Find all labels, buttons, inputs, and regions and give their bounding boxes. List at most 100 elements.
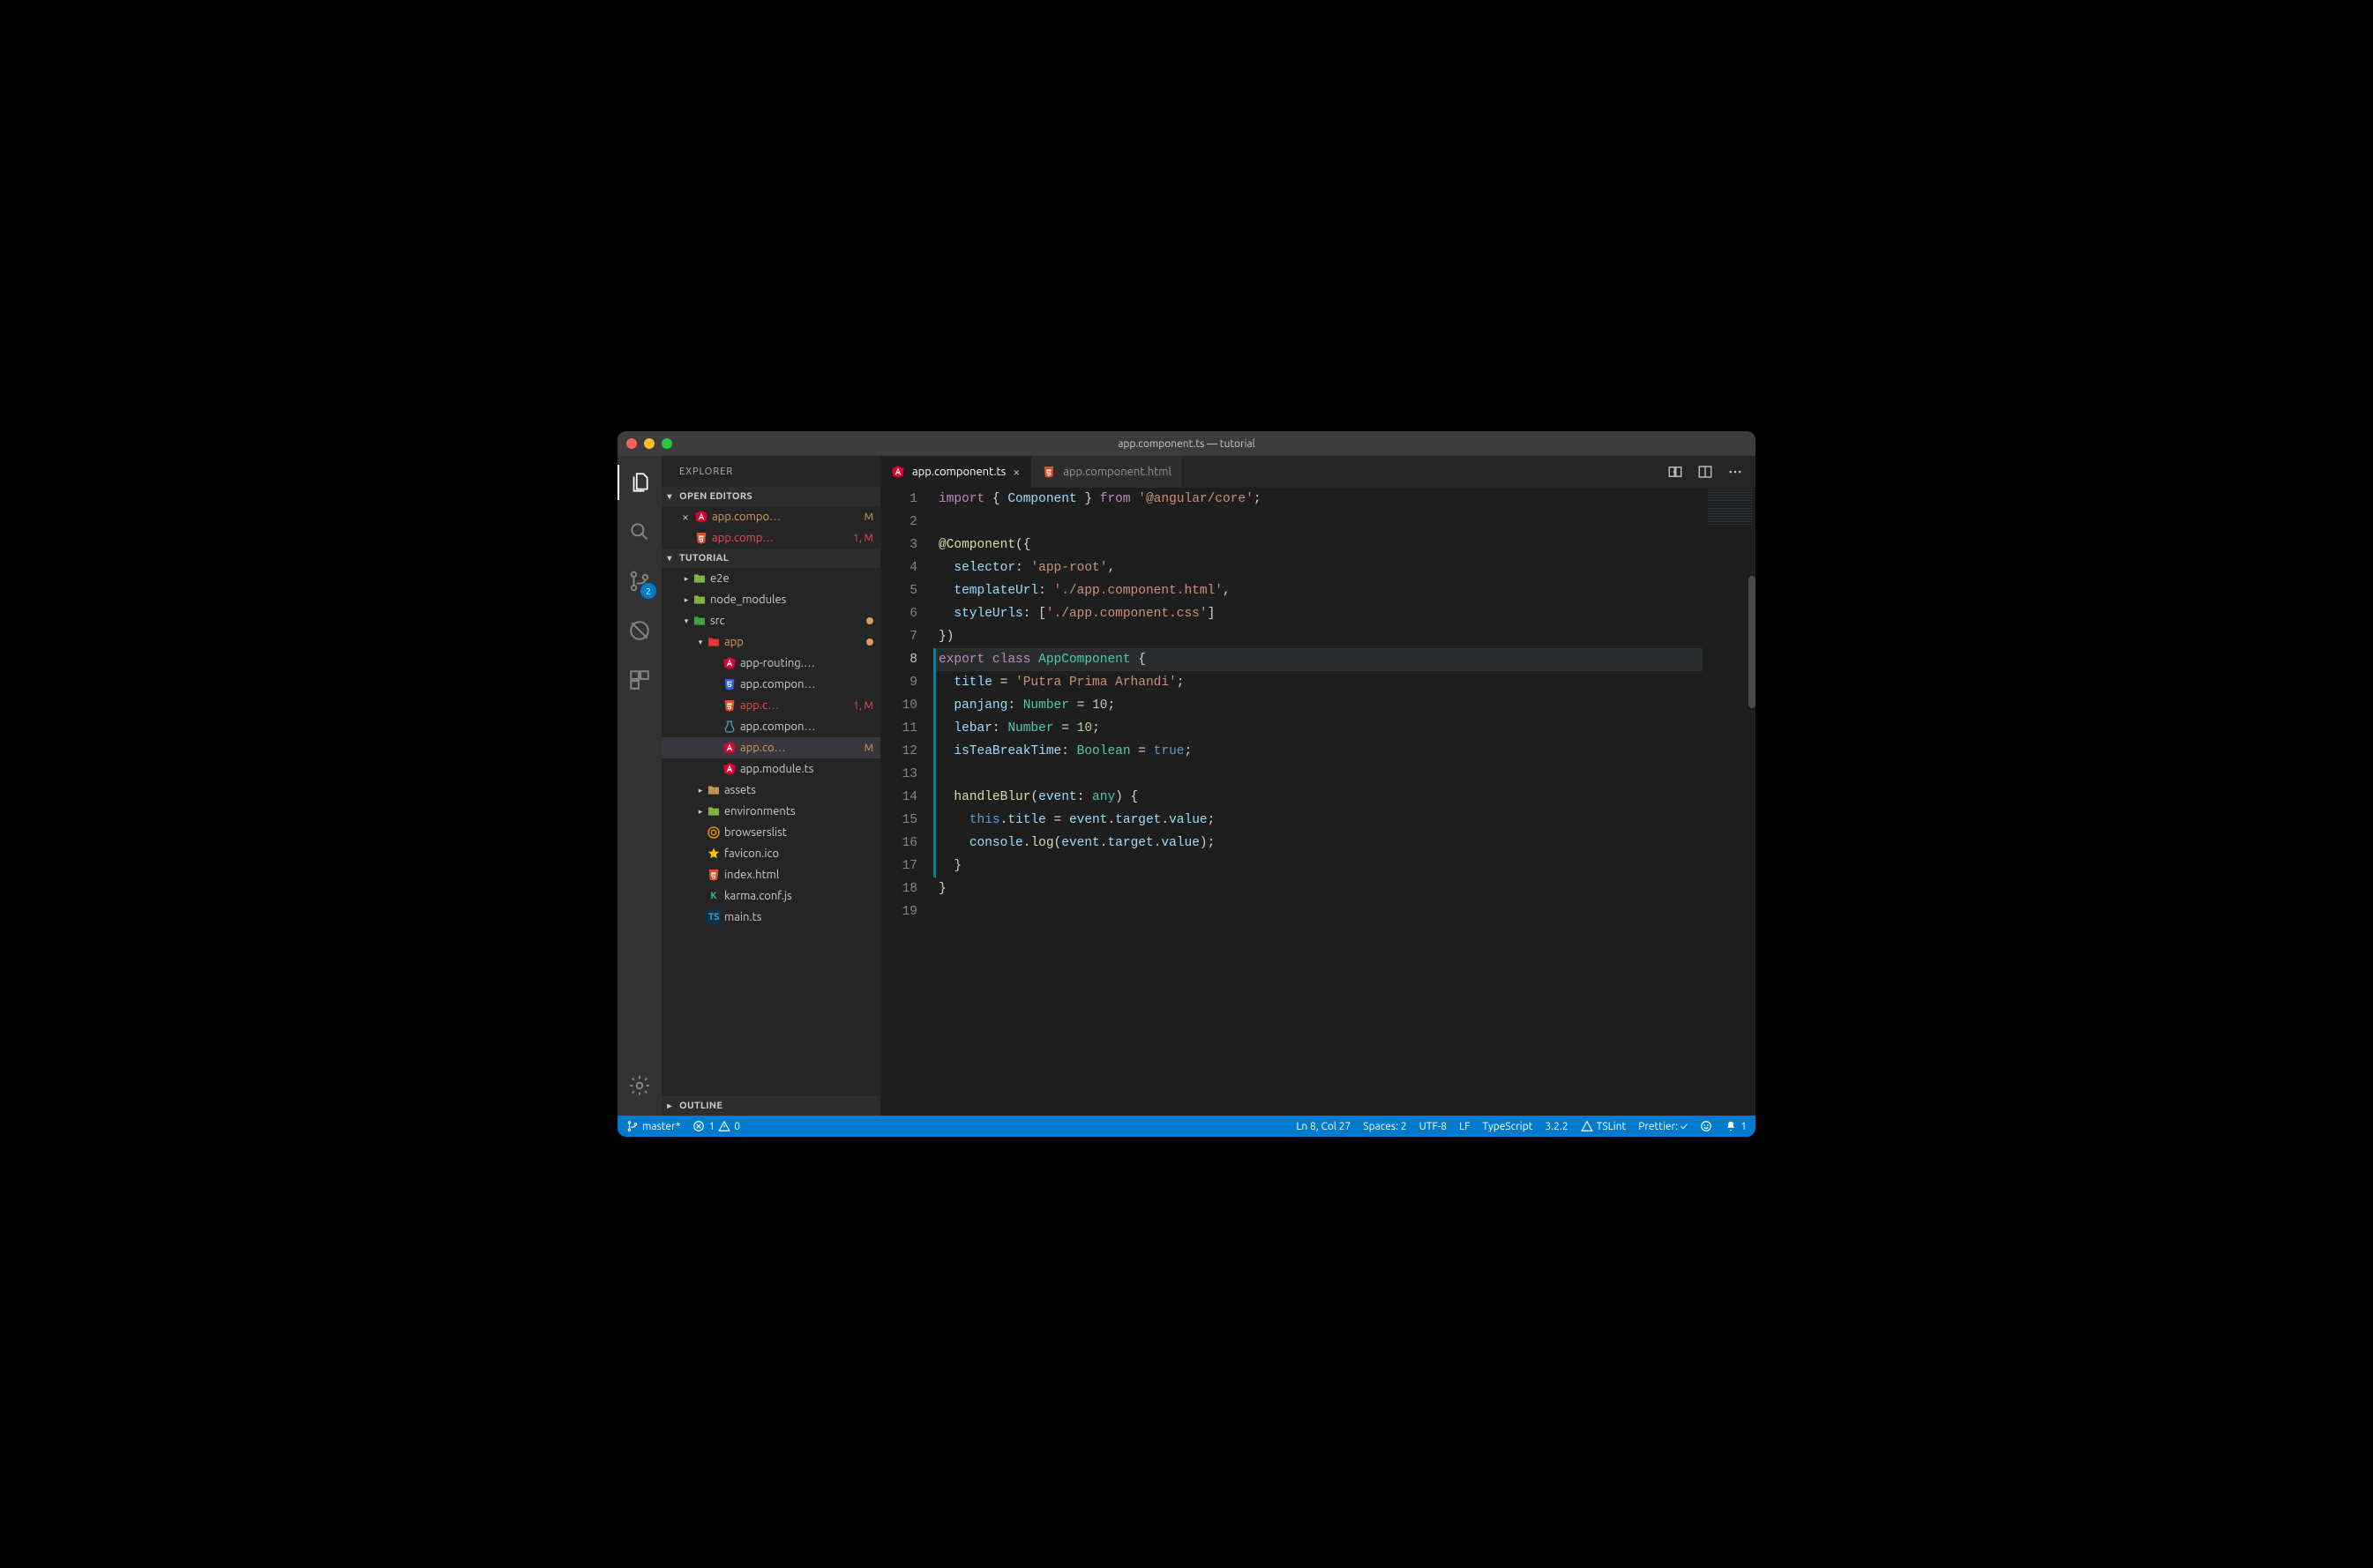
minimize-window-button[interactable] (644, 438, 655, 449)
activity-search[interactable] (618, 511, 662, 553)
code-line[interactable]: @Component({ (933, 534, 1703, 556)
code-line[interactable]: } (933, 855, 1703, 877)
file-label: main.ts (724, 911, 761, 923)
chevron-right-icon[interactable]: ▸ (695, 786, 706, 795)
tree-item[interactable]: app.compon… (662, 674, 880, 695)
split-editor-icon[interactable] (1697, 464, 1713, 480)
status-problems[interactable]: 1 0 (692, 1120, 740, 1132)
section-open-editors[interactable]: ▾ OPEN EDITORS (662, 487, 880, 506)
warning-icon (718, 1120, 730, 1132)
tree-item[interactable]: app-routing.… (662, 653, 880, 674)
status-eol[interactable]: LF (1459, 1121, 1470, 1132)
status-branch[interactable]: master* (626, 1120, 680, 1132)
code-line[interactable]: handleBlur(event: any) { (933, 786, 1703, 809)
open-editors-list: ×app.compo…Mapp.comp…1, M (662, 506, 880, 549)
typescript-icon: TS (707, 910, 721, 924)
files-icon (628, 471, 651, 494)
status-cursor[interactable]: Ln 8, Col 27 (1296, 1121, 1351, 1132)
open-editor-item[interactable]: ×app.compo…M (662, 506, 880, 527)
line-number: 15 (880, 809, 917, 832)
tree-item[interactable]: index.html (662, 864, 880, 885)
branch-icon (626, 1120, 639, 1132)
minimap[interactable] (1703, 488, 1755, 1116)
code-editor[interactable]: 12345678910111213141516171819 import { C… (880, 488, 1755, 1116)
code-line[interactable]: templateUrl: './app.component.html', (933, 579, 1703, 602)
tree-item[interactable]: ▸environments (662, 801, 880, 822)
line-number: 10 (880, 694, 917, 717)
status-feedback[interactable] (1700, 1120, 1712, 1132)
angular-icon (722, 656, 737, 670)
code-line[interactable]: panjang: Number = 10; (933, 694, 1703, 717)
code-line[interactable] (933, 511, 1703, 534)
activity-explorer[interactable] (618, 461, 662, 504)
status-language[interactable]: TypeScript (1482, 1121, 1532, 1132)
close-icon[interactable]: × (677, 510, 693, 524)
status-spaces[interactable]: Spaces: 2 (1363, 1121, 1406, 1132)
folder-icon (692, 571, 707, 586)
tree-item[interactable]: ▾src (662, 610, 880, 631)
tree-item[interactable]: ▾app (662, 631, 880, 653)
css-icon (722, 677, 737, 691)
tree-item[interactable]: app.compon… (662, 716, 880, 737)
tree-item[interactable]: favicon.ico (662, 843, 880, 864)
tree-item[interactable]: ▸node_modules (662, 589, 880, 610)
status-ts-version[interactable]: 3.2.2 (1545, 1121, 1568, 1132)
code-line[interactable]: selector: 'app-root', (933, 556, 1703, 579)
section-outline[interactable]: ▸ OUTLINE (662, 1096, 880, 1116)
code-line[interactable] (933, 763, 1703, 786)
editor-tab[interactable]: app.component.html (1031, 456, 1183, 488)
close-window-button[interactable] (626, 438, 637, 449)
code-line[interactable]: export class AppComponent { (933, 648, 1703, 671)
line-number: 4 (880, 556, 917, 579)
tree-item[interactable]: browserslist (662, 822, 880, 843)
chevron-right-icon[interactable]: ▸ (695, 807, 706, 817)
code-line[interactable]: title = 'Putra Prima Arhandi'; (933, 671, 1703, 694)
status-encoding[interactable]: UTF-8 (1419, 1121, 1447, 1132)
angular-icon (891, 465, 905, 479)
status-notifications[interactable]: 1 (1725, 1120, 1747, 1132)
code-line[interactable]: }) (933, 625, 1703, 648)
code-line[interactable]: lebar: Number = 10; (933, 717, 1703, 740)
status-prettier[interactable]: Prettier: ✓ (1638, 1121, 1688, 1132)
code-line[interactable]: import { Component } from '@angular/core… (933, 488, 1703, 511)
angular-icon (694, 510, 708, 524)
tree-item[interactable]: ▸e2e (662, 568, 880, 589)
flask-icon (722, 720, 737, 734)
activity-settings[interactable] (618, 1064, 662, 1107)
chevron-right-icon[interactable]: ▸ (681, 595, 692, 605)
chevron-down-icon[interactable]: ▾ (681, 616, 692, 626)
code-line[interactable] (933, 900, 1703, 923)
git-status: 1, M (853, 533, 873, 544)
activity-extensions[interactable] (618, 659, 662, 701)
more-icon[interactable] (1727, 464, 1743, 480)
editor-tab[interactable]: app.component.ts× (880, 456, 1031, 488)
tree-item[interactable]: app.module.ts (662, 758, 880, 780)
html-icon (694, 531, 708, 545)
tab-label: app.component.html (1063, 466, 1172, 478)
open-editor-item[interactable]: app.comp…1, M (662, 527, 880, 549)
code-line[interactable]: isTeaBreakTime: Boolean = true; (933, 740, 1703, 763)
sidebar-title: EXPLORER (662, 456, 880, 487)
code-line[interactable]: console.log(event.target.value); (933, 832, 1703, 855)
code-line[interactable]: } (933, 877, 1703, 900)
code-content[interactable]: import { Component } from '@angular/core… (933, 488, 1703, 1116)
chevron-down-icon[interactable]: ▾ (695, 638, 706, 647)
status-tslint[interactable]: TSLint (1581, 1120, 1627, 1132)
compare-icon[interactable] (1667, 464, 1683, 480)
scrollbar-vertical[interactable] (1748, 576, 1755, 708)
folder-icon (707, 635, 721, 649)
chevron-right-icon[interactable]: ▸ (681, 574, 692, 584)
code-line[interactable]: styleUrls: ['./app.component.css'] (933, 602, 1703, 625)
tree-item[interactable]: ▸assets (662, 780, 880, 801)
tree-item[interactable]: app.c…1, M (662, 695, 880, 716)
activity-scm[interactable]: 2 (618, 560, 662, 602)
line-number: 5 (880, 579, 917, 602)
tree-item[interactable]: Kkarma.conf.js (662, 885, 880, 907)
close-icon[interactable]: × (1013, 465, 1020, 479)
tree-item[interactable]: app.co…M (662, 737, 880, 758)
tree-item[interactable]: TSmain.ts (662, 907, 880, 928)
maximize-window-button[interactable] (662, 438, 672, 449)
activity-debug[interactable] (618, 609, 662, 652)
section-project[interactable]: ▾ TUTORIAL (662, 549, 880, 568)
code-line[interactable]: this.title = event.target.value; (933, 809, 1703, 832)
